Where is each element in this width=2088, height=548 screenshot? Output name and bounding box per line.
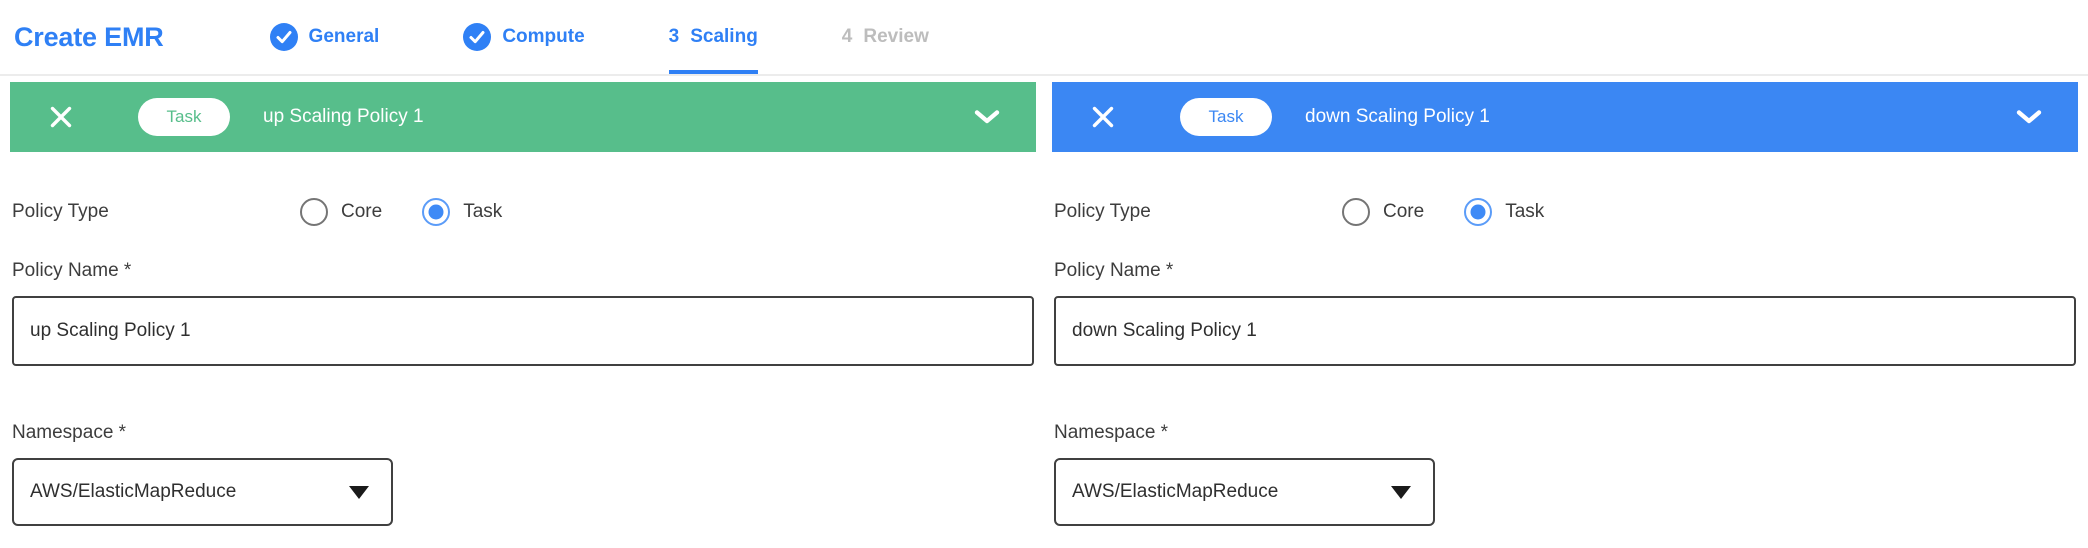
step-label: General (309, 26, 380, 48)
namespace-label: Namespace * (1054, 422, 2076, 444)
chevron-down-icon[interactable] (974, 110, 1000, 124)
namespace-label: Namespace * (12, 422, 1034, 444)
policy-type-radio-group: Core Task (300, 198, 502, 226)
task-radio-option[interactable]: Task (422, 198, 502, 226)
step-number: 3 (669, 26, 680, 48)
down-policy-card-header[interactable]: Task down Scaling Policy 1 (1052, 82, 2078, 152)
step-compute[interactable]: Compute (463, 0, 584, 74)
page-title: Create EMR (14, 22, 164, 53)
wizard-header: Create EMR General Compute 3 Scaling 4 R… (0, 0, 2088, 76)
up-policy-card-header[interactable]: Task up Scaling Policy 1 (10, 82, 1036, 152)
task-badge: Task (1180, 98, 1272, 136)
policy-card-title: up Scaling Policy 1 (263, 106, 424, 128)
step-general[interactable]: General (270, 0, 380, 74)
radio-label: Core (341, 201, 382, 223)
caret-down-icon (349, 486, 369, 499)
radio-button-icon[interactable] (300, 198, 328, 226)
step-scaling[interactable]: 3 Scaling (669, 0, 758, 74)
policy-type-label: Policy Type (12, 201, 300, 223)
policy-type-label: Policy Type (1054, 201, 1342, 223)
policy-name-label: Policy Name * (1054, 260, 2076, 282)
namespace-select[interactable]: AWS/ElasticMapReduce (12, 458, 393, 526)
step-nav: General Compute 3 Scaling 4 Review (270, 0, 929, 74)
step-number: 4 (842, 26, 853, 48)
up-scaling-policy-card: Task up Scaling Policy 1 Policy Type Cor… (10, 82, 1036, 526)
radio-label: Task (1505, 201, 1544, 223)
radio-label: Core (1383, 201, 1424, 223)
step-label: Compute (502, 26, 584, 48)
namespace-selected-value: AWS/ElasticMapReduce (30, 481, 236, 503)
task-badge: Task (138, 98, 230, 136)
step-label: Review (863, 26, 928, 48)
radio-button-selected-icon[interactable] (422, 198, 450, 226)
radio-label: Task (463, 201, 502, 223)
namespace-select[interactable]: AWS/ElasticMapReduce (1054, 458, 1435, 526)
core-radio-option[interactable]: Core (1342, 198, 1424, 226)
policy-card-title: down Scaling Policy 1 (1305, 106, 1490, 128)
down-scaling-policy-card: Task down Scaling Policy 1 Policy Type C… (1052, 82, 2078, 526)
task-radio-option[interactable]: Task (1464, 198, 1544, 226)
step-review[interactable]: 4 Review (842, 0, 929, 74)
caret-down-icon (1391, 486, 1411, 499)
check-circle-icon (270, 23, 298, 51)
chevron-down-icon[interactable] (2016, 110, 2042, 124)
namespace-selected-value: AWS/ElasticMapReduce (1072, 481, 1278, 503)
policy-form: Policy Type Core Task Policy Name * (1052, 198, 2078, 526)
policy-type-radio-group: Core Task (1342, 198, 1544, 226)
scaling-policies-row: Task up Scaling Policy 1 Policy Type Cor… (10, 82, 2078, 526)
close-icon[interactable] (48, 104, 74, 130)
radio-button-icon[interactable] (1342, 198, 1370, 226)
policy-name-input[interactable] (1054, 296, 2076, 366)
close-icon[interactable] (1090, 104, 1116, 130)
radio-button-selected-icon[interactable] (1464, 198, 1492, 226)
policy-name-input[interactable] (12, 296, 1034, 366)
check-circle-icon (463, 23, 491, 51)
policy-form: Policy Type Core Task Policy Name * (10, 198, 1036, 526)
step-label: Scaling (690, 26, 758, 48)
policy-name-label: Policy Name * (12, 260, 1034, 282)
core-radio-option[interactable]: Core (300, 198, 382, 226)
